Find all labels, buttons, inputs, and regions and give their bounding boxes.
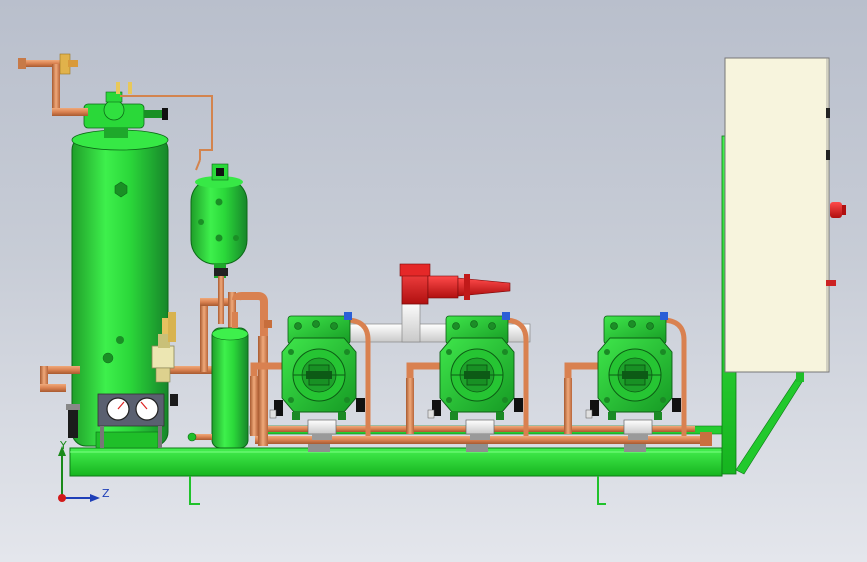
axis-label-z: Z [102, 487, 110, 500]
control-panel[interactable] [724, 57, 846, 373]
panel-indicator-3[interactable] [826, 280, 836, 286]
base-frame [69, 135, 804, 505]
panel-indicator-2[interactable] [826, 150, 830, 160]
axis-label-y: Y [60, 439, 67, 452]
receiver-inlet-pipe [18, 53, 88, 116]
receiver-valve-assembly[interactable] [83, 82, 168, 138]
emergency-stop-button[interactable] [830, 202, 846, 218]
compressor-3[interactable] [585, 311, 682, 441]
cad-viewport[interactable]: Y Z [0, 0, 867, 562]
accumulator[interactable] [187, 312, 249, 449]
oil-separator[interactable] [190, 163, 248, 278]
refrigeration-unit-model[interactable] [0, 0, 867, 562]
panel-indicator-1[interactable] [826, 108, 830, 118]
red-service-valve[interactable] [399, 263, 511, 305]
